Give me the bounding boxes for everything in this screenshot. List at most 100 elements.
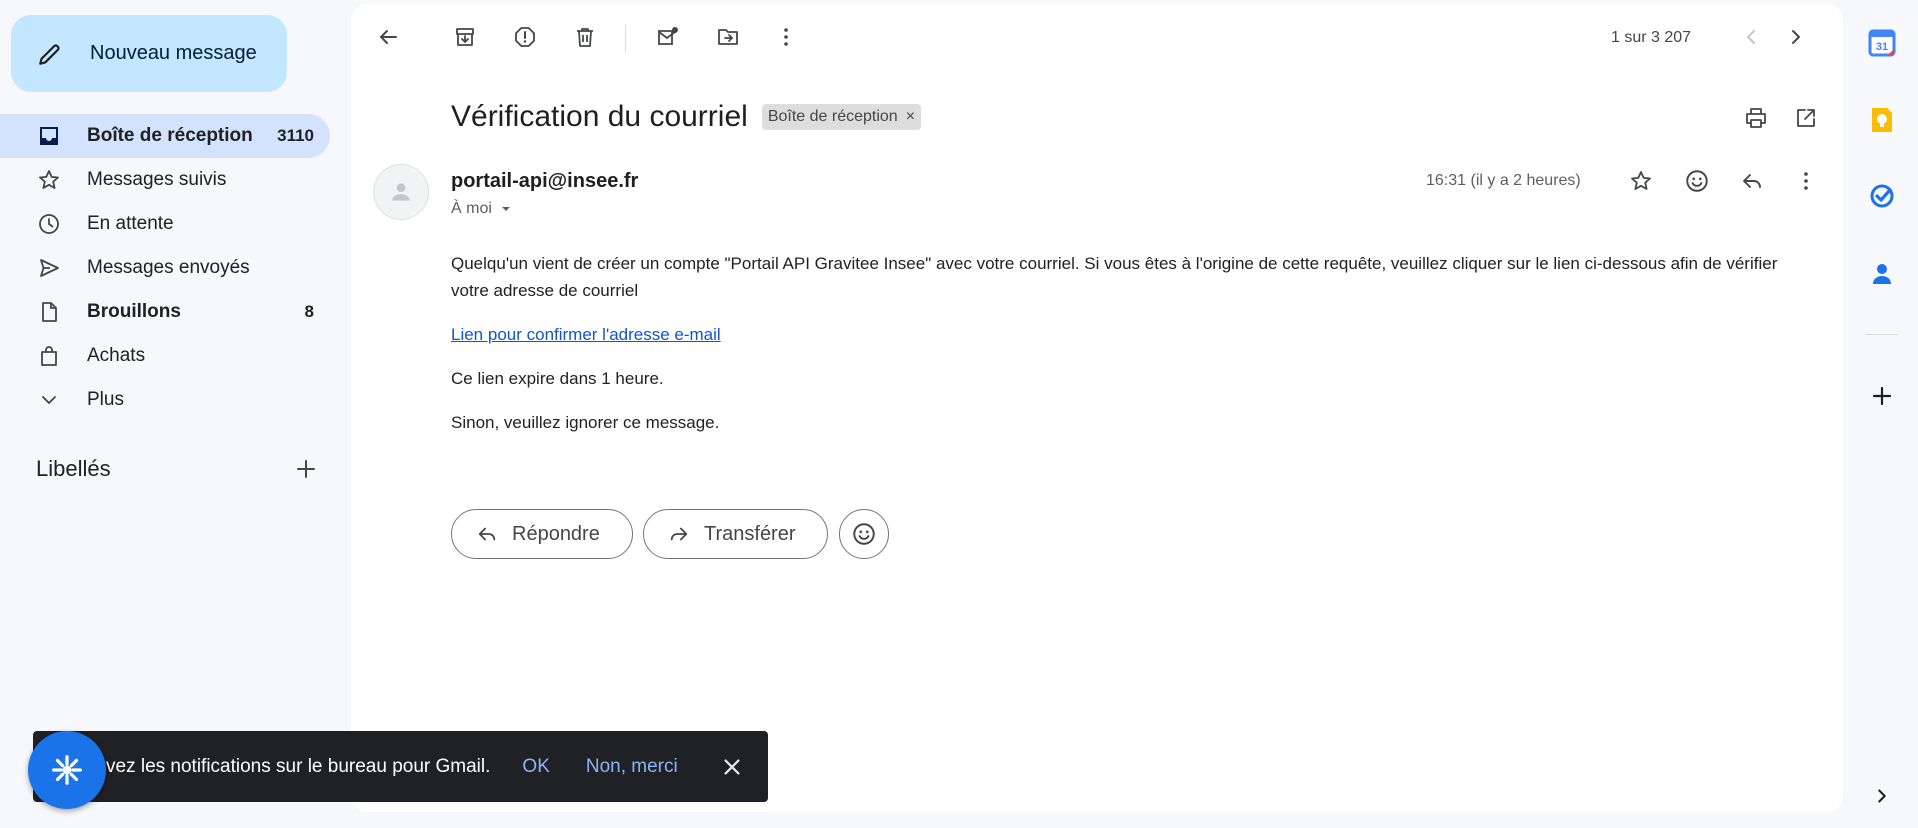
reply-button[interactable]: Répondre <box>451 509 633 559</box>
arrow-back-icon <box>376 25 400 49</box>
snackbar-message: vez les notifications sur le bureau pour… <box>106 755 491 777</box>
shopping-bag-icon <box>36 343 62 369</box>
calendar-app-button[interactable]: 31 <box>1862 23 1902 63</box>
calendar-day: 31 <box>1876 41 1888 53</box>
forward-label: Transférer <box>704 522 796 545</box>
show-side-panel-button[interactable] <box>1862 776 1902 816</box>
sidebar-item-label: Brouillons <box>87 301 181 322</box>
contacts-icon <box>1868 260 1896 288</box>
recipient-toggle[interactable]: À moi <box>451 200 512 218</box>
assistant-fab[interactable] <box>28 731 106 809</box>
chevron-right-icon <box>1871 785 1893 807</box>
email-timestamp: 16:31 (il y a 2 heures) <box>1426 172 1581 189</box>
sidebar-item-drafts[interactable]: Brouillons 8 <box>0 290 330 334</box>
toolbar-divider <box>625 25 626 53</box>
keep-icon <box>1868 106 1896 134</box>
more-options-button[interactable] <box>766 17 806 57</box>
labels-header: Libellés <box>36 456 318 482</box>
emoji-reaction-button[interactable] <box>1677 161 1717 201</box>
sidebar-nav: Boîte de réception 3110 Messages suivis … <box>0 114 330 422</box>
open-in-new-icon <box>1794 106 1818 130</box>
open-new-window-button[interactable] <box>1786 98 1826 138</box>
sidebar-item-label: Messages envoyés <box>87 257 250 278</box>
message-toolbar: 1 sur 3 207 <box>351 4 1843 70</box>
email-body: Quelqu'un vient de créer un compte "Port… <box>451 250 1811 453</box>
forward-button[interactable]: Transférer <box>643 509 828 559</box>
chevron-left-icon <box>1739 25 1763 49</box>
chevron-down-icon <box>36 387 62 413</box>
sidebar-item-sent[interactable]: Messages envoyés <box>0 246 330 290</box>
move-to-button[interactable] <box>708 17 748 57</box>
reply-label: Répondre <box>512 522 600 545</box>
report-spam-button[interactable] <box>505 17 545 57</box>
pager-text: 1 sur 3 207 <box>1611 29 1692 46</box>
emoji-reply-button[interactable] <box>839 509 889 559</box>
tasks-app-button[interactable] <box>1862 176 1902 216</box>
sidebar-item-label: Plus <box>87 389 124 410</box>
chevron-right-icon <box>1784 25 1808 49</box>
more-vert-icon <box>774 25 798 49</box>
reply-header-button[interactable] <box>1732 161 1772 201</box>
print-icon <box>1744 106 1768 130</box>
sidebar-item-label: En attente <box>87 213 174 234</box>
archive-button[interactable] <box>445 17 485 57</box>
reply-icon <box>476 523 498 545</box>
sidebar-item-count: 8 <box>304 302 314 321</box>
forward-icon <box>668 523 690 545</box>
sidebar-item-label: Messages suivis <box>87 169 227 190</box>
print-button[interactable] <box>1736 98 1776 138</box>
archive-icon <box>453 25 477 49</box>
back-button[interactable] <box>368 17 408 57</box>
delete-button[interactable] <box>565 17 605 57</box>
star-button[interactable] <box>1621 161 1661 201</box>
sidebar-item-starred[interactable]: Messages suivis <box>0 158 330 202</box>
star-icon <box>36 167 62 193</box>
confirm-email-link[interactable]: Lien pour confirmer l'adresse e-mail <box>451 325 721 344</box>
label-chip-text: Boîte de réception <box>767 108 898 125</box>
caret-down-icon <box>500 203 512 215</box>
pencil-icon <box>37 41 63 67</box>
sidebar-item-snoozed[interactable]: En attente <box>0 202 330 246</box>
message-more-button[interactable] <box>1786 161 1826 201</box>
reply-icon <box>1740 169 1764 193</box>
sidebar-item-label: Boîte de réception <box>87 125 253 146</box>
mark-unread-button[interactable] <box>648 17 688 57</box>
move-folder-icon <box>716 25 740 49</box>
snackbar-ok-button[interactable]: OK <box>522 756 549 778</box>
compose-label: Nouveau message <box>90 42 257 64</box>
label-chip: Boîte de réception × <box>761 104 922 130</box>
compose-button[interactable]: Nouveau message <box>11 15 287 92</box>
sidebar-item-purchases[interactable]: Achats <box>0 334 330 378</box>
remove-label-icon[interactable]: × <box>906 108 915 126</box>
emoji-icon <box>851 521 877 547</box>
sidebar-item-more[interactable]: Plus <box>0 378 330 422</box>
inbox-icon <box>36 123 62 149</box>
draft-icon <box>36 299 62 325</box>
trash-icon <box>573 25 597 49</box>
send-icon <box>36 255 62 281</box>
labels-title: Libellés <box>36 456 111 481</box>
sidebar-item-inbox[interactable]: Boîte de réception 3110 <box>0 114 330 158</box>
snackbar-decline-button[interactable]: Non, merci <box>586 756 678 778</box>
sparkle-icon <box>48 751 86 789</box>
calendar-icon: 31 <box>1868 29 1896 57</box>
tasks-icon <box>1868 182 1896 210</box>
get-addons-button[interactable] <box>1862 376 1902 416</box>
snackbar-close-icon[interactable] <box>718 753 746 781</box>
keep-app-button[interactable] <box>1862 100 1902 140</box>
recipient-text: À moi <box>451 200 492 217</box>
more-vert-icon <box>1794 169 1818 193</box>
sender-address[interactable]: portail-api@insee.fr <box>451 170 638 193</box>
sidebar-item-label: Achats <box>87 345 146 366</box>
older-button[interactable] <box>1776 17 1816 57</box>
add-label-icon[interactable] <box>294 457 318 481</box>
avatar[interactable] <box>373 164 429 220</box>
mark-unread-icon <box>656 25 680 49</box>
contacts-app-button[interactable] <box>1862 254 1902 294</box>
emoji-icon <box>1684 168 1710 194</box>
clock-icon <box>36 211 62 237</box>
star-outline-icon <box>1629 169 1653 193</box>
rail-divider <box>1866 334 1898 335</box>
newer-button[interactable] <box>1731 17 1771 57</box>
email-subject: Vérification du courriel <box>451 100 748 133</box>
